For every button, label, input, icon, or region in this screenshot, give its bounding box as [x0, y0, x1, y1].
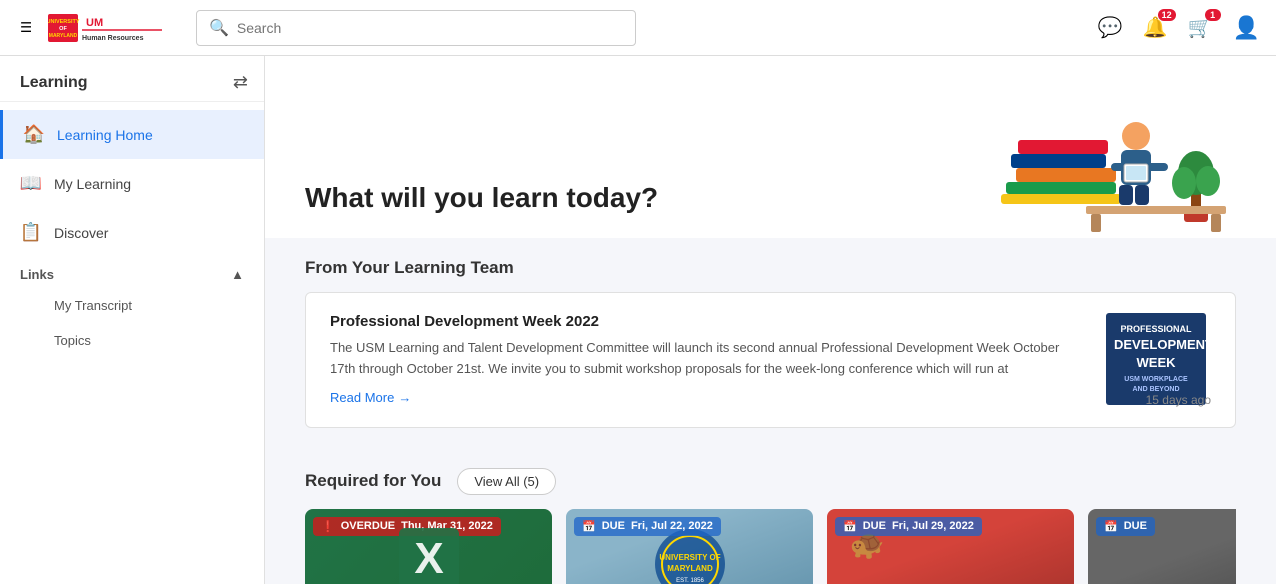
svg-text:MARYLAND: MARYLAND — [49, 33, 78, 39]
arrow-right-icon: → — [398, 390, 411, 405]
due-label-3: DUE — [1124, 520, 1147, 532]
sidebar-item-my-transcript[interactable]: My Transcript — [0, 288, 264, 323]
top-navigation: ☰ UNIVERSITY OF MARYLAND UM Human Resour… — [0, 0, 1276, 56]
pdw-logo-line2: DEVELOPMENT WEEK — [1114, 336, 1198, 372]
sidebar-item-my-learning[interactable]: 📖 My Learning — [0, 159, 264, 208]
main-content: What will you learn today? — [265, 56, 1276, 584]
announcement-body: Professional Development Week 2022 The U… — [330, 313, 1085, 407]
chevron-up-icon: ▲ — [231, 267, 244, 282]
hero-illustration — [956, 88, 1236, 238]
required-header: Required for You View All (5) — [305, 468, 1236, 495]
sidebar-links-section[interactable]: Links ▲ — [0, 257, 264, 288]
cart-badge: 1 — [1205, 9, 1221, 21]
due-date-1: Fri, Jul 22, 2022 — [631, 520, 713, 532]
learning-team-section: From Your Learning Team Professional Dev… — [265, 238, 1276, 448]
pdw-logo-box: PROFESSIONAL DEVELOPMENT WEEK USM WORKPL… — [1106, 313, 1206, 405]
course-card-photo2[interactable]: 📅 DUE Fri, Jul 29, 2022 🐢 — [827, 509, 1074, 584]
search-icon: 🔍 — [209, 18, 229, 38]
hero-text: What will you learn today? — [305, 182, 658, 238]
sidebar-item-label-my-learning: My Learning — [54, 176, 131, 192]
user-icon: 👤 — [1233, 15, 1260, 41]
excel-logo: X — [394, 523, 464, 584]
sidebar-item-label-discover: Discover — [54, 225, 108, 241]
svg-text:X: X — [414, 534, 443, 583]
sidebar-item-label-learning-home: Learning Home — [57, 127, 153, 143]
view-all-button[interactable]: View All (5) — [457, 468, 556, 495]
announcement-logo: PROFESSIONAL DEVELOPMENT WEEK USM WORKPL… — [1101, 313, 1211, 405]
profile-button[interactable]: 👤 — [1233, 15, 1260, 41]
links-label: Links — [20, 267, 54, 282]
hero-svg — [956, 88, 1236, 238]
svg-text:UNIVERSITY: UNIVERSITY — [48, 19, 80, 25]
calendar-icon-1: 📅 — [582, 520, 596, 533]
sidebar-item-discover[interactable]: 📋 Discover — [0, 208, 264, 257]
svg-text:UM: UM — [86, 17, 103, 29]
logo: UNIVERSITY OF MARYLAND UM Human Resource… — [48, 10, 168, 46]
svg-text:Human Resources: Human Resources — [82, 35, 144, 42]
my-transcript-label: My Transcript — [54, 298, 132, 313]
svg-text:MARYLAND: MARYLAND — [667, 564, 713, 573]
due-badge-1: 📅 DUE Fri, Jul 22, 2022 — [574, 517, 721, 536]
overdue-label: OVERDUE — [341, 520, 395, 532]
menu-button[interactable]: ☰ — [16, 16, 36, 40]
svg-text:UNIVERSITY OF: UNIVERSITY OF — [659, 553, 720, 562]
discover-icon: 📋 — [20, 222, 42, 243]
sidebar-item-topics[interactable]: Topics — [0, 323, 264, 358]
required-title: Required for You — [305, 471, 441, 491]
announcement-timestamp: 15 days ago — [1146, 393, 1211, 407]
sidebar-item-learning-home[interactable]: 🏠 Learning Home — [0, 110, 264, 159]
university-logo: UNIVERSITY OF MARYLAND UM Human Resource… — [48, 10, 168, 46]
due-badge-3: 📅 DUE — [1096, 517, 1155, 536]
menu-icon: ☰ — [20, 20, 32, 36]
course-card-photo1[interactable]: 📅 DUE Fri, Jul 22, 2022 UNIVERSITY OF MA… — [566, 509, 813, 584]
svg-text:OF: OF — [59, 26, 67, 32]
notification-badge: 12 — [1158, 9, 1176, 21]
chat-button[interactable]: 💬 — [1098, 15, 1123, 40]
topnav-actions: 💬 🔔 12 🛒 1 👤 — [1098, 15, 1260, 41]
hero-section: What will you learn today? — [265, 56, 1276, 238]
due-label-1: DUE — [602, 520, 625, 532]
chat-icon: 💬 — [1098, 15, 1123, 40]
app-layout: Learning ⇄ 🏠 Learning Home 📖 My Learning… — [0, 56, 1276, 584]
read-more-label: Read More — [330, 390, 394, 405]
announcement-text: The USM Learning and Talent Development … — [330, 338, 1085, 380]
sidebar-header: Learning ⇄ — [0, 56, 264, 102]
announcement-card: Professional Development Week 2022 The U… — [305, 292, 1236, 428]
search-bar[interactable]: 🔍 — [196, 10, 636, 46]
announcement-title: Professional Development Week 2022 — [330, 313, 1085, 330]
sidebar: Learning ⇄ 🏠 Learning Home 📖 My Learning… — [0, 56, 265, 584]
sidebar-title: Learning — [20, 74, 88, 92]
course-card-excel[interactable]: ❗ OVERDUE Thu, Mar 31, 2022 X Excel — [305, 509, 552, 584]
book-icon: 📖 — [20, 173, 42, 194]
pdw-logo-line3: USM WORKPLACE — [1114, 375, 1198, 385]
svg-text:EST. 1856: EST. 1856 — [676, 578, 704, 584]
cart-button[interactable]: 🛒 1 — [1188, 15, 1213, 40]
exclamation-icon: ❗ — [321, 520, 335, 533]
course-card-photo3[interactable]: 📅 DUE — [1088, 509, 1236, 584]
sidebar-collapse-button[interactable]: ⇄ — [233, 72, 248, 93]
course-cards-row: ❗ OVERDUE Thu, Mar 31, 2022 X Excel — [305, 509, 1236, 584]
pdw-logo-line1: PROFESSIONAL — [1114, 323, 1198, 336]
hero-title: What will you learn today? — [305, 182, 658, 238]
home-icon: 🏠 — [23, 124, 45, 145]
read-more-link[interactable]: Read More → — [330, 390, 411, 405]
search-input[interactable] — [237, 20, 623, 36]
topics-label: Topics — [54, 333, 91, 348]
required-section: Required for You View All (5) ❗ OVERDUE … — [265, 448, 1276, 584]
learning-team-title: From Your Learning Team — [305, 258, 1236, 278]
notifications-button[interactable]: 🔔 12 — [1143, 15, 1168, 40]
calendar-icon-3: 📅 — [1104, 520, 1118, 533]
svg-text:🐢: 🐢 — [850, 529, 885, 560]
sidebar-nav: 🏠 Learning Home 📖 My Learning 📋 Discover… — [0, 102, 264, 366]
